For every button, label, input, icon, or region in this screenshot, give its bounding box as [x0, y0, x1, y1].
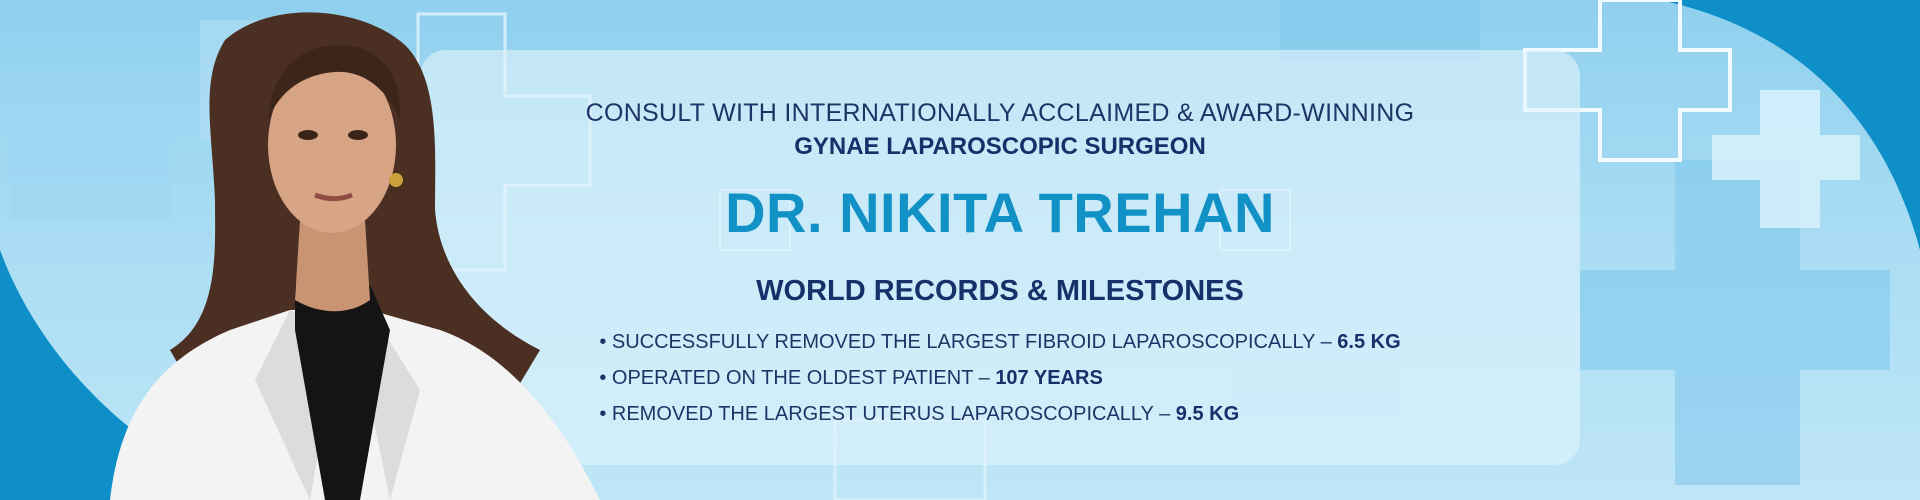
- milestone-item: • REMOVED THE LARGEST UTERUS LAPAROSCOPI…: [599, 403, 1240, 425]
- milestone-item: • SUCCESSFULLY REMOVED THE LARGEST FIBRO…: [599, 331, 1401, 353]
- hero-content: CONSULT WITH INTERNATIONALLY ACCLAIMED &…: [440, 96, 1560, 432]
- specialty-title: GYNAE LAPAROSCOPIC SURGEON: [794, 133, 1206, 160]
- intro-text: CONSULT WITH INTERNATIONALLY ACCLAIMED &…: [585, 99, 1415, 127]
- doctor-name: DR. NIKITA TREHAN: [725, 181, 1275, 244]
- milestone-item: • OPERATED ON THE OLDEST PATIENT – 107 Y…: [599, 367, 1103, 389]
- medical-cross-icon: [1580, 160, 1890, 485]
- milestones-list: • SUCCESSFULLY REMOVED THE LARGEST FIBRO…: [599, 324, 1400, 432]
- milestones-heading: WORLD RECORDS & MILESTONES: [756, 275, 1244, 307]
- hero-banner: CONSULT WITH INTERNATIONALLY ACCLAIMED &…: [0, 0, 1920, 500]
